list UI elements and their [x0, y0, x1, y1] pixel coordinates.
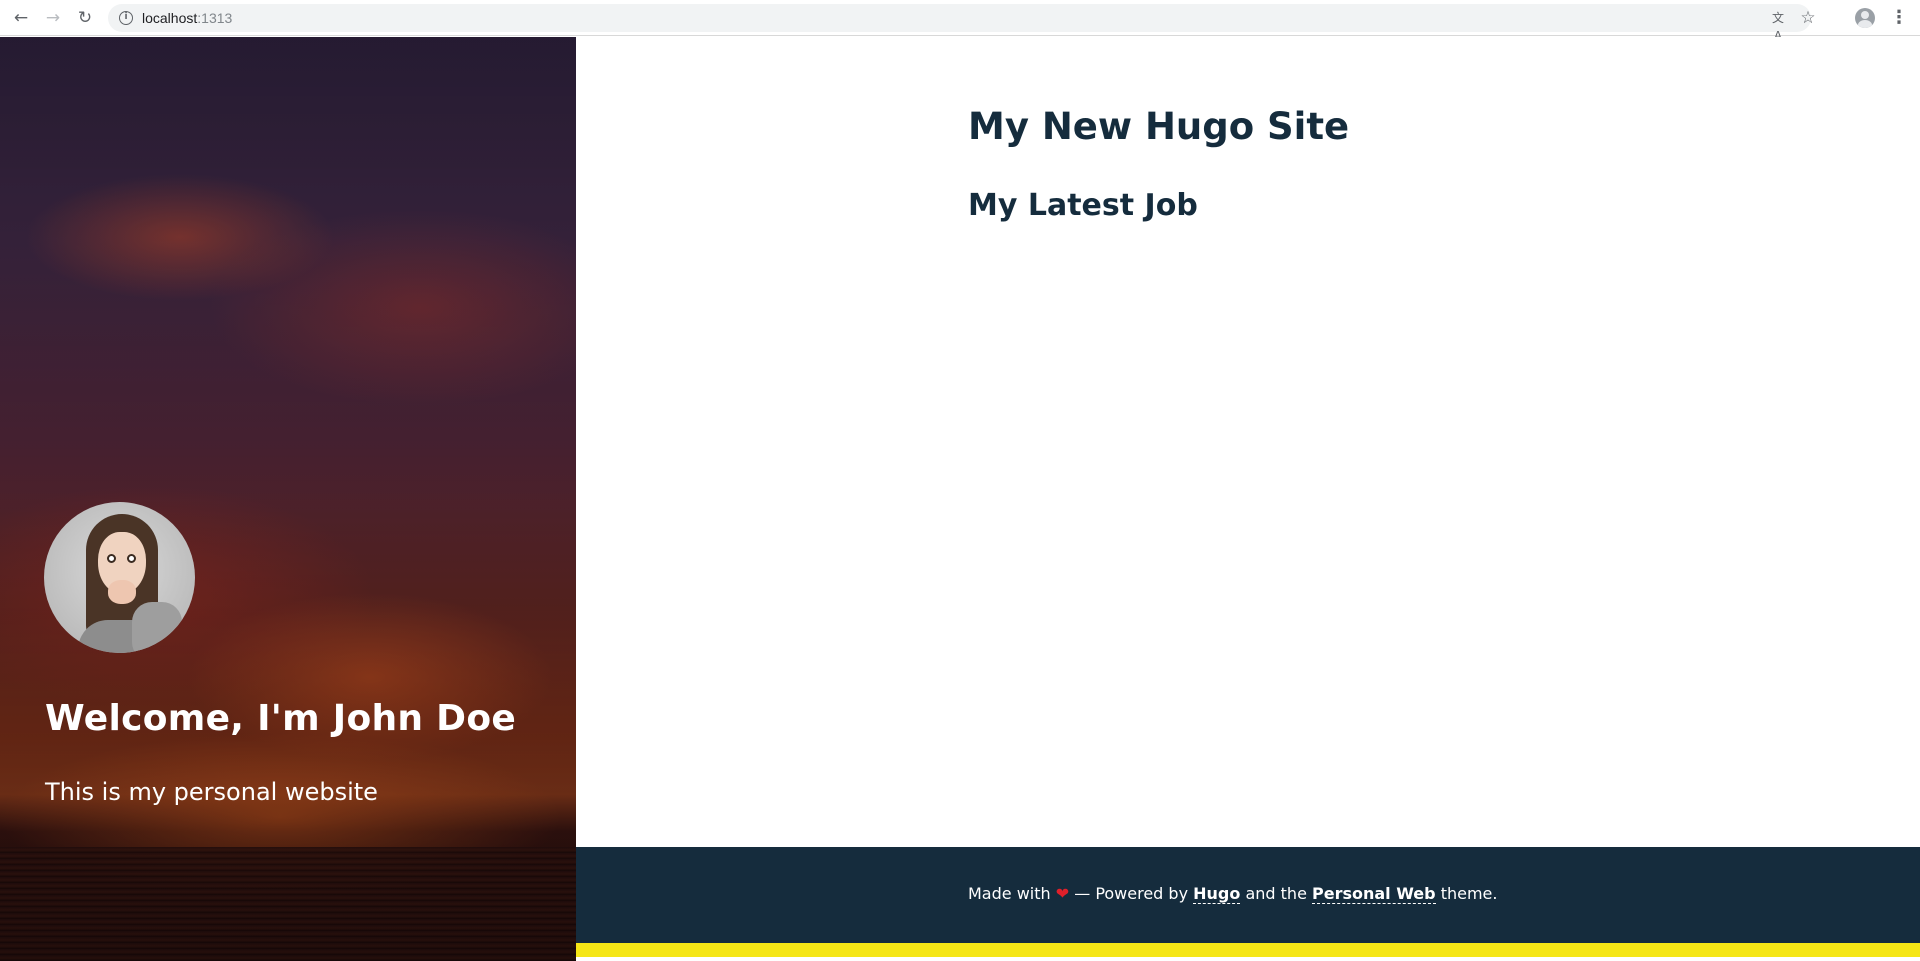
forward-arrow-icon: →	[45, 8, 61, 28]
sea-background	[0, 847, 576, 961]
accent-bar	[576, 943, 1920, 957]
url-text[interactable]: localhost:1313	[142, 10, 232, 26]
back-button[interactable]: ←	[9, 6, 33, 30]
profile-avatar-icon[interactable]	[1855, 8, 1875, 28]
footer-theme-suffix: theme.	[1435, 884, 1498, 903]
footer-made-with: Made with	[968, 884, 1051, 903]
footer-credits: Made with ❤ — Powered by Hugo and the Pe…	[968, 884, 1498, 904]
url-port: :1313	[197, 10, 233, 26]
back-arrow-icon: ←	[13, 8, 29, 28]
footer: Made with ❤ — Powered by Hugo and the Pe…	[576, 847, 1920, 943]
browser-toolbar: ← → ↻ i localhost:1313 文A ☆ ⋮	[0, 0, 1920, 43]
reload-icon: ↻	[77, 8, 93, 28]
reload-button[interactable]: ↻	[73, 6, 97, 30]
address-bar[interactable]: i localhost:1313 文A ☆	[108, 4, 1816, 43]
footer-and-the: and the	[1240, 884, 1312, 903]
forward-button[interactable]: →	[41, 6, 65, 30]
browser-menu-icon[interactable]: ⋮	[1890, 6, 1908, 30]
heart-icon: ❤	[1055, 884, 1070, 903]
bookmark-star-icon[interactable]: ☆	[1797, 7, 1819, 29]
site-title: My New Hugo Site	[968, 105, 1350, 148]
footer-powered-by: — Powered by	[1069, 884, 1194, 903]
translate-icon[interactable]: 文A	[1769, 9, 1787, 43]
main-content: My New Hugo Site My Latest Job	[576, 37, 1920, 847]
site-info-icon[interactable]: i	[119, 11, 133, 25]
section-title: My Latest Job	[968, 188, 1198, 223]
bottom-strip	[576, 957, 1920, 961]
hero-title: Welcome, I'm John Doe	[45, 698, 517, 739]
theme-link[interactable]: Personal Web	[1312, 884, 1436, 904]
profile-avatar	[44, 502, 195, 653]
hugo-link[interactable]: Hugo	[1193, 884, 1241, 904]
url-host: localhost	[142, 10, 198, 26]
hero-background: Welcome, I'm John Doe This is my persona…	[0, 37, 576, 961]
hero-subtitle: This is my personal website	[45, 778, 378, 806]
